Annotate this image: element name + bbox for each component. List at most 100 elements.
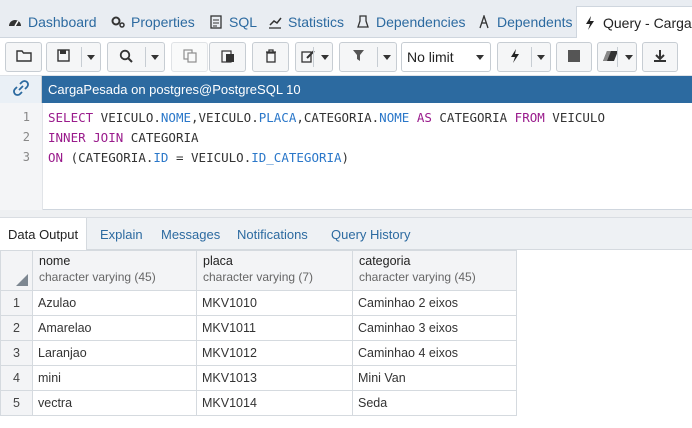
row-limit-select[interactable]: No limit (401, 42, 491, 72)
table-row[interactable]: 3 Laranjao MKV1012 Caminhao 4 eixos (0, 340, 517, 366)
paste-icon (220, 49, 235, 66)
edit-icon (301, 49, 316, 66)
code-line-2: INNER JOIN CATEGORIA (48, 130, 199, 145)
row-number[interactable]: 3 (0, 340, 33, 366)
stop-icon (568, 49, 580, 65)
dependents-icon (477, 15, 491, 29)
sql-editor[interactable]: 1 2 3 SELECT VEICULO.NOME,VEICULO.PLACA,… (0, 103, 692, 210)
download-icon (653, 49, 667, 66)
tab-sql[interactable]: SQL (209, 6, 257, 38)
tab-label: Dashboard (28, 14, 97, 30)
cell-nome[interactable]: Amarelao (32, 315, 197, 341)
sql-icon (209, 15, 223, 29)
cell-placa[interactable]: MKV1011 (196, 315, 353, 341)
output-tab-bar: Data Output Explain Messages Notificatio… (0, 218, 692, 250)
clear-button[interactable] (597, 42, 637, 72)
row-number[interactable]: 4 (0, 365, 33, 391)
row-number[interactable]: 5 (0, 390, 33, 416)
connection-status-button[interactable] (0, 76, 42, 103)
cell-categoria[interactable]: Caminhao 4 eixos (352, 340, 517, 366)
tab-dependencies[interactable]: Dependencies (356, 6, 466, 38)
select-all-corner[interactable] (0, 250, 33, 291)
filter-icon (352, 49, 365, 65)
filter-button[interactable] (339, 42, 397, 72)
tab-query-history[interactable]: Query History (331, 218, 410, 250)
line-number: 3 (22, 150, 30, 164)
tab-label: Statistics (288, 14, 345, 30)
cell-nome[interactable]: Laranjao (32, 340, 197, 366)
tab-label: SQL (229, 14, 258, 30)
tab-dependents[interactable]: Dependents (477, 6, 573, 38)
chevron-down-icon (321, 55, 329, 60)
column-header[interactable]: categoria character varying (45) (352, 250, 517, 291)
chevron-down-icon (537, 55, 545, 60)
save-file-button[interactable] (46, 42, 101, 72)
dependencies-icon (356, 15, 370, 29)
copy-button[interactable] (171, 42, 208, 72)
cell-categoria[interactable]: Caminhao 2 eixos (352, 290, 517, 316)
properties-icon (111, 15, 125, 29)
cell-placa[interactable]: MKV1012 (196, 340, 353, 366)
tab-label: Properties (131, 14, 195, 30)
line-number: 1 (22, 110, 30, 124)
edit-button[interactable] (295, 42, 333, 72)
cell-categoria[interactable]: Caminhao 3 eixos (352, 315, 517, 341)
tab-statistics[interactable]: Statistics (268, 6, 344, 38)
table-row[interactable]: 2 Amarelao MKV1011 Caminhao 3 eixos (0, 315, 517, 341)
chevron-down-icon (476, 55, 484, 60)
row-limit-value: No limit (407, 49, 454, 65)
find-button[interactable] (107, 42, 165, 72)
results-table: nome character varying (45) placa charac… (0, 250, 517, 416)
query-bolt-icon (583, 16, 597, 30)
tab-label: Dependents (497, 14, 573, 30)
chevron-down-icon (625, 55, 633, 60)
code-line-1: SELECT VEICULO.NOME,VEICULO.PLACA,CATEGO… (48, 110, 605, 125)
save-icon (57, 49, 70, 65)
paste-button[interactable] (209, 42, 246, 72)
tab-data-output[interactable]: Data Output (0, 218, 88, 250)
cell-nome[interactable]: Azulao (32, 290, 197, 316)
tab-explain[interactable]: Explain (100, 218, 143, 250)
code-line-3: ON (CATEGORIA.ID = VEICULO.ID_CATEGORIA) (48, 150, 350, 165)
tab-dashboard[interactable]: Dashboard (8, 6, 97, 38)
execute-button[interactable] (497, 42, 551, 72)
cell-placa[interactable]: MKV1014 (196, 390, 353, 416)
download-button[interactable] (642, 42, 678, 72)
tab-label: Query - CargaPe (603, 15, 692, 31)
dashboard-icon (8, 15, 22, 29)
row-number[interactable]: 1 (0, 290, 33, 316)
cell-placa[interactable]: MKV1010 (196, 290, 353, 316)
column-header[interactable]: placa character varying (7) (196, 250, 353, 291)
row-number[interactable]: 2 (0, 315, 33, 341)
search-icon (119, 49, 133, 66)
stop-button[interactable] (556, 42, 592, 72)
cell-placa[interactable]: MKV1013 (196, 365, 353, 391)
cell-categoria[interactable]: Mini Van (352, 365, 517, 391)
line-number: 2 (22, 130, 30, 144)
chevron-down-icon (87, 55, 95, 60)
line-number-gutter: 1 2 3 (0, 103, 43, 210)
main-tab-bar: Dashboard Properties SQL Statistics Depe… (0, 0, 692, 39)
delete-button[interactable] (252, 42, 289, 72)
tab-properties[interactable]: Properties (111, 6, 195, 38)
tab-messages[interactable]: Messages (161, 218, 220, 250)
tab-notifications[interactable]: Notifications (237, 218, 308, 250)
eraser-icon (602, 50, 620, 65)
column-header[interactable]: nome character varying (45) (32, 250, 197, 291)
trash-icon (265, 48, 277, 66)
cell-nome[interactable]: vectra (32, 390, 197, 416)
link-icon (12, 79, 29, 100)
folder-icon (15, 49, 32, 65)
table-row[interactable]: 5 vectra MKV1014 Seda (0, 390, 517, 416)
table-row[interactable]: 1 Azulao MKV1010 Caminhao 2 eixos (0, 290, 517, 316)
cell-nome[interactable]: mini (32, 365, 197, 391)
select-all-icon (16, 274, 28, 286)
copy-icon (182, 48, 197, 66)
table-row[interactable]: 4 mini MKV1013 Mini Van (0, 365, 517, 391)
chevron-down-icon (383, 55, 391, 60)
bolt-icon (510, 48, 520, 66)
panel-splitter[interactable] (0, 210, 692, 218)
open-file-button[interactable] (5, 42, 42, 72)
cell-categoria[interactable]: Seda (352, 390, 517, 416)
tab-query[interactable]: Query - CargaPe (576, 6, 692, 39)
